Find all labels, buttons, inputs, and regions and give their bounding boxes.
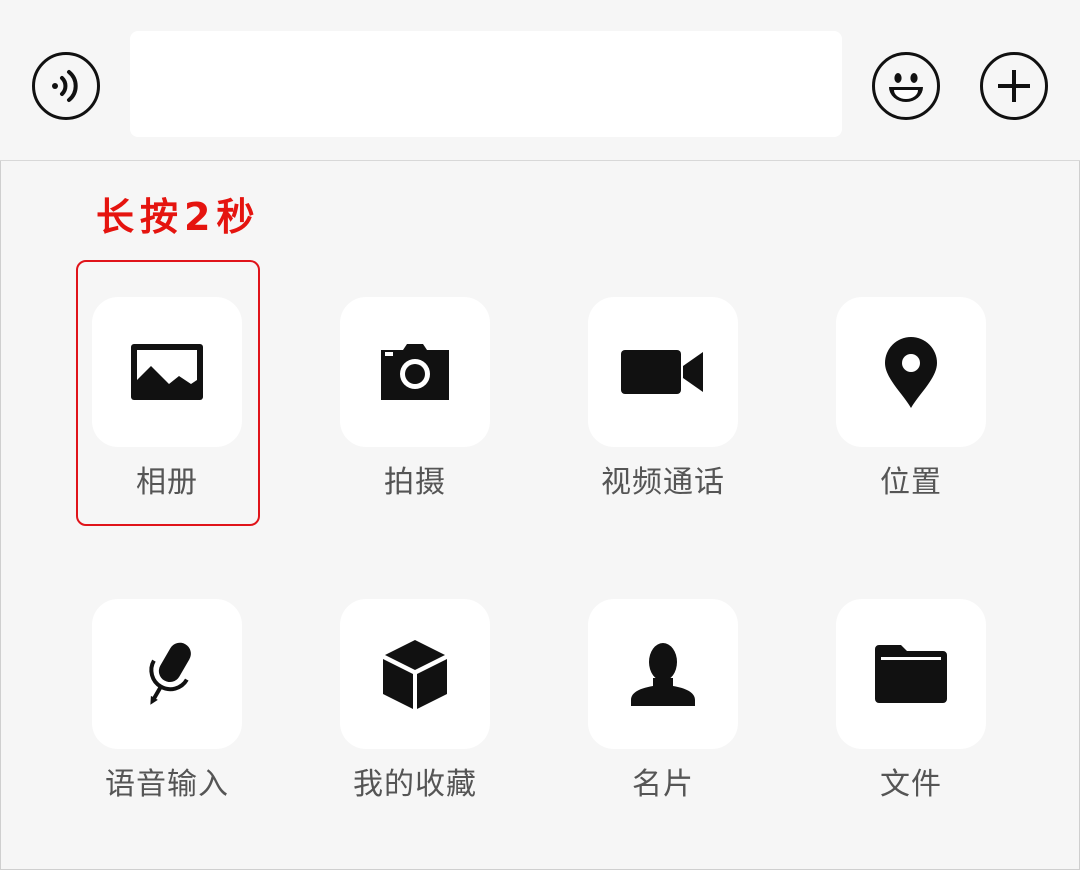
emoji-button[interactable] — [872, 52, 940, 120]
panel-item-favorites[interactable]: 我的收藏 — [289, 599, 539, 859]
panel-item-label: 视频通话 — [601, 465, 725, 500]
panel-item-camera[interactable]: 拍摄 — [289, 297, 539, 557]
panel-item-location[interactable]: 位置 — [785, 297, 1035, 557]
location-icon — [883, 336, 939, 408]
message-input[interactable] — [130, 31, 842, 137]
chat-input-bar — [0, 0, 1080, 161]
panel-item-file[interactable]: 文件 — [785, 599, 1035, 859]
panel-item-contact-card[interactable]: 名片 — [537, 599, 787, 859]
panel-item-location-tile[interactable] — [836, 297, 986, 447]
panel-item-video-call-tile[interactable] — [588, 297, 738, 447]
microphone-icon — [137, 639, 197, 709]
highlight-box — [76, 260, 260, 526]
panel-item-label: 拍摄 — [384, 465, 446, 500]
panel-item-file-tile[interactable] — [836, 599, 986, 749]
plus-icon — [994, 66, 1034, 106]
long-press-hint: 长按2秒 — [96, 195, 261, 239]
panel-item-label: 名片 — [632, 767, 694, 802]
panel-item-favorites-tile[interactable] — [340, 599, 490, 749]
video-call-icon — [621, 348, 705, 396]
favorites-icon — [382, 638, 448, 710]
panel-item-voice-input[interactable]: 语音输入 — [41, 599, 291, 859]
more-functions-button[interactable] — [980, 52, 1048, 120]
panel-item-label: 位置 — [880, 465, 942, 500]
emoji-icon — [880, 60, 932, 112]
camera-icon — [379, 344, 451, 400]
panel-item-contact-card-tile[interactable] — [588, 599, 738, 749]
panel-item-camera-tile[interactable] — [340, 297, 490, 447]
panel-item-label: 文件 — [880, 767, 942, 802]
folder-icon — [875, 645, 947, 703]
panel-item-label: 我的收藏 — [353, 767, 477, 802]
voice-icon — [46, 66, 86, 106]
panel-item-video-call[interactable]: 视频通话 — [537, 297, 787, 557]
panel-item-voice-input-tile[interactable] — [92, 599, 242, 749]
voice-toggle-button[interactable] — [32, 52, 100, 120]
panel-item-label: 语音输入 — [105, 767, 229, 802]
contact-card-icon — [629, 642, 697, 706]
